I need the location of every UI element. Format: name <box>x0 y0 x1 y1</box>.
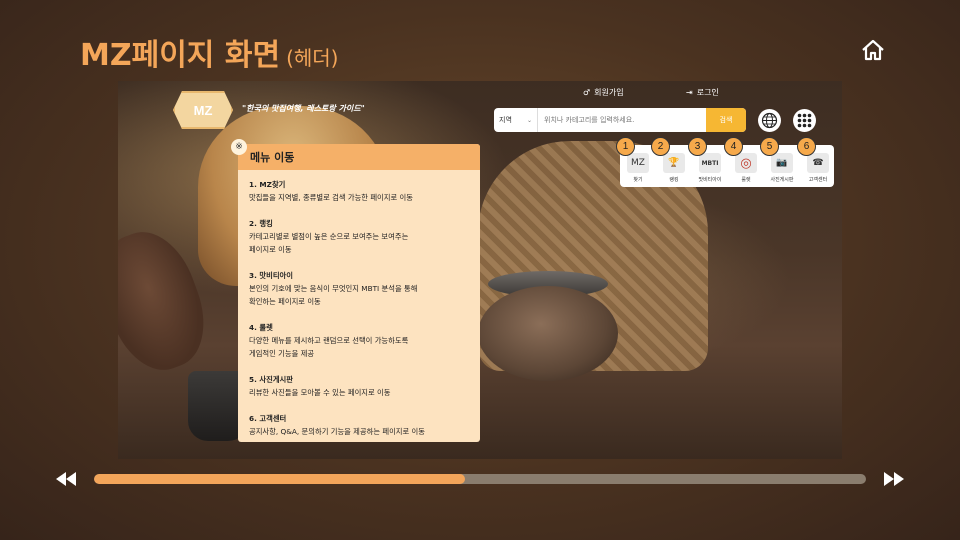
menu-entry: 5. 사진게시판 리뷰한 사진들을 모아볼 수 있는 페이지로 이동 <box>249 373 469 399</box>
menu-entry-desc: 본인의 기호에 맞는 음식이 무엇인지 MBTI 분석을 통해 확인하는 페이지… <box>249 284 418 306</box>
home-icon[interactable] <box>860 38 886 62</box>
website-screenshot: MZ "한국의 맛집여행, 레스토랑 가이드" ♂ 회원가입 ⇥ 로그인 지역 … <box>118 81 842 459</box>
note-mark: ※ <box>231 139 247 155</box>
menu-item-label: 룰렛 <box>741 177 751 183</box>
menu-entry: 4. 룰렛 다양한 메뉴를 제시하고 랜덤으로 선택이 가능하도록 게임적인 기… <box>249 321 469 360</box>
callout-badge-4: 4 <box>724 137 743 156</box>
menu-item-label: 맛비티아이 <box>698 177 722 183</box>
menu-entry-desc: 다양한 메뉴를 제시하고 랜덤으로 선택이 가능하도록 게임적인 기능을 제공 <box>249 336 409 358</box>
callout-badge-3: 3 <box>688 137 707 156</box>
slide-title-main: MZ페이지 화면 <box>80 38 281 73</box>
chevron-down-icon: ⌄ <box>526 116 532 124</box>
roulette-icon: ◎ <box>735 153 757 173</box>
progress-bar[interactable] <box>94 474 866 484</box>
mz-icon: MZ <box>627 153 649 173</box>
menu-entry-desc: 카테고리별로 별점이 높은 순으로 보여주는 보여주는 페이지로 이동 <box>249 232 409 254</box>
callout-badge-6: 6 <box>797 137 816 156</box>
menu-entry-title: 2. 랭킹 <box>249 219 273 228</box>
menu-entry-title: 3. 맛비티아이 <box>249 271 293 280</box>
menu-entry: 1. MZ찾기 맛집들을 지역별, 종류별로 검색 가능한 페이지로 이동 <box>249 178 469 204</box>
signup-label: 회원가입 <box>594 88 624 97</box>
menu-entry: 6. 고객센터 공지사항, Q&A, 문의하기 기능을 제공하는 페이지로 이동 <box>249 412 469 438</box>
globe-icon <box>761 112 778 129</box>
callout-badge-1: 1 <box>616 137 635 156</box>
slide-title-sub: (헤더) <box>286 46 339 70</box>
login-label: 로그인 <box>696 88 719 97</box>
menu-item-label: 찾기 <box>633 177 643 183</box>
region-select[interactable]: 지역 ⌄ <box>494 108 538 132</box>
menu-entry: 3. 맛비티아이 본인의 기호에 맞는 음식이 무엇인지 MBTI 분석을 통해… <box>249 269 469 308</box>
menu-item-label: 랭킹 <box>669 177 679 183</box>
login-icon: ⇥ <box>686 88 693 97</box>
search-bar: 지역 ⌄ 검색 <box>494 108 746 132</box>
menu-description-panel: 메뉴 이동 1. MZ찾기 맛집들을 지역별, 종류별로 검색 가능한 페이지로… <box>238 144 480 442</box>
mbti-icon: MBTI <box>699 153 721 173</box>
background-bread-loaf <box>478 286 618 381</box>
menu-entry: 2. 랭킹 카테고리별로 별점이 높은 순으로 보여주는 보여주는 페이지로 이… <box>249 217 469 256</box>
grid-icon <box>797 113 812 128</box>
rewind-button[interactable] <box>54 470 78 488</box>
camera-icon: 📷 <box>771 153 793 173</box>
signup-icon: ♂ <box>583 88 591 97</box>
globe-button[interactable] <box>758 109 781 132</box>
menu-item-label: 사진게시판 <box>770 177 794 183</box>
search-button[interactable]: 검색 <box>706 108 746 132</box>
menu-entry-title: 4. 룰렛 <box>249 323 273 332</box>
menu-entry-title: 1. MZ찾기 <box>249 180 286 189</box>
search-input[interactable] <box>538 108 706 132</box>
customer-service-icon: ☎ <box>807 153 829 173</box>
signup-link[interactable]: ♂ 회원가입 <box>583 87 624 98</box>
progress-fill <box>94 474 465 484</box>
menu-entry-title: 6. 고객센터 <box>249 414 287 423</box>
menu-entry-desc: 리뷰한 사진들을 모아볼 수 있는 페이지로 이동 <box>249 388 391 397</box>
menu-item-label: 고객센터 <box>808 177 828 183</box>
fast-forward-button[interactable] <box>882 470 906 488</box>
rewind-icon <box>56 472 76 486</box>
login-link[interactable]: ⇥ 로그인 <box>686 87 719 98</box>
apps-grid-button[interactable] <box>793 109 816 132</box>
site-logo[interactable]: MZ <box>173 91 233 129</box>
logo-text: MZ <box>193 102 213 118</box>
menu-entry-desc: 공지사항, Q&A, 문의하기 기능을 제공하는 페이지로 이동 <box>249 427 425 436</box>
menu-panel-header: 메뉴 이동 <box>238 144 480 170</box>
menu-entry-title: 5. 사진게시판 <box>249 375 293 384</box>
fast-forward-icon <box>884 472 904 486</box>
menu-entry-desc: 맛집들을 지역별, 종류별로 검색 가능한 페이지로 이동 <box>249 193 413 202</box>
region-value: 지역 <box>499 116 512 124</box>
slide-title: MZ페이지 화면 (헤더) <box>80 30 338 74</box>
trophy-icon: 🏆 <box>663 153 685 173</box>
site-tagline: "한국의 맛집여행, 레스토랑 가이드" <box>242 104 365 113</box>
callout-badge-5: 5 <box>760 137 779 156</box>
callout-badge-2: 2 <box>651 137 670 156</box>
